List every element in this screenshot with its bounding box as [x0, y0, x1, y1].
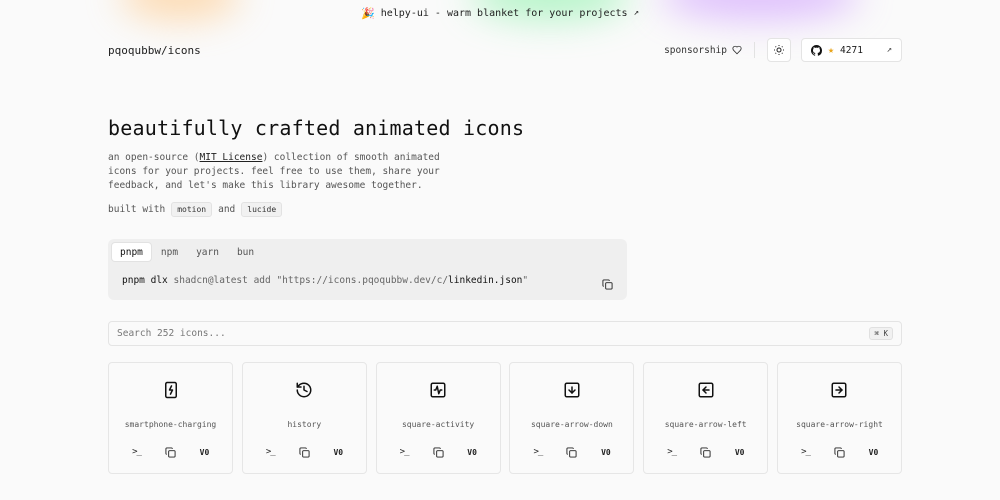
- card-actions: >_ V0: [377, 445, 500, 459]
- party-icon: 🎉: [361, 6, 375, 20]
- smartphone-charging-icon[interactable]: [162, 381, 180, 399]
- icon-name: smartphone-charging: [124, 420, 217, 429]
- v0-icon[interactable]: V0: [866, 445, 880, 459]
- square-activity-icon[interactable]: [429, 381, 447, 399]
- icon-card[interactable]: smartphone-charging >_ V0: [108, 362, 233, 474]
- terminal-icon[interactable]: >_: [531, 445, 545, 459]
- github-icon: [811, 44, 822, 56]
- mit-license-link[interactable]: MIT License: [200, 152, 263, 163]
- tab-pnpm[interactable]: pnpm: [112, 243, 151, 261]
- v0-icon[interactable]: V0: [198, 445, 212, 459]
- copy-icon: [602, 279, 613, 290]
- copy-icon[interactable]: [164, 445, 178, 459]
- card-actions: >_ V0: [778, 445, 901, 459]
- package-manager-tabs: pnpm npm yarn bun: [112, 243, 262, 261]
- cmd-file: linkedin.json: [448, 275, 523, 286]
- nav-actions: sponsorship ★ 4271 ↗: [664, 38, 902, 62]
- history-icon[interactable]: [295, 381, 313, 399]
- terminal-icon[interactable]: >_: [665, 445, 679, 459]
- banner-text[interactable]: helpy-ui - warm blanket for your project…: [381, 8, 628, 19]
- built-with-row: built with motion and lucide: [108, 202, 283, 217]
- v0-icon[interactable]: V0: [733, 445, 747, 459]
- v0-icon[interactable]: V0: [331, 445, 345, 459]
- lucide-tag[interactable]: lucide: [241, 202, 283, 217]
- v0-icon[interactable]: V0: [599, 445, 613, 459]
- icon-name: square-activity: [401, 420, 475, 429]
- copy-icon[interactable]: [431, 445, 445, 459]
- copy-icon[interactable]: [297, 445, 311, 459]
- copy-icon[interactable]: [832, 445, 846, 459]
- terminal-icon[interactable]: >_: [798, 445, 812, 459]
- search-input[interactable]: [117, 328, 870, 339]
- terminal-icon[interactable]: >_: [263, 445, 277, 459]
- card-actions: >_ V0: [243, 445, 366, 459]
- icon-name: square-arrow-down: [530, 420, 613, 429]
- github-star-count: 4271: [840, 44, 863, 56]
- card-actions: >_ V0: [109, 445, 232, 459]
- page-title: beautifully crafted animated icons: [108, 116, 525, 140]
- motion-tag[interactable]: motion: [171, 202, 213, 217]
- tab-bun[interactable]: bun: [229, 243, 262, 261]
- card-actions: >_ V0: [510, 445, 633, 459]
- icon-card[interactable]: square-arrow-right >_ V0: [776, 362, 902, 474]
- icon-card[interactable]: history >_ V0: [241, 362, 367, 474]
- external-link-icon: ↗: [886, 45, 892, 55]
- announcement-banner[interactable]: 🎉 helpy-ui - warm blanket for your proje…: [0, 5, 1000, 21]
- theme-toggle-button[interactable]: [767, 38, 791, 62]
- icon-name: square-arrow-left: [664, 420, 747, 429]
- built-with-label: built with: [108, 204, 166, 215]
- icon-name: square-arrow-right: [796, 420, 883, 429]
- sponsorship-link[interactable]: sponsorship: [664, 45, 742, 56]
- nav-divider: [754, 42, 755, 58]
- top-nav: pqoqubbw/icons sponsorship ★ 4271 ↗: [108, 38, 902, 62]
- icon-card[interactable]: square-arrow-down >_ V0: [509, 362, 635, 474]
- external-link-icon: ↗: [633, 8, 639, 18]
- copy-icon[interactable]: [699, 445, 713, 459]
- cmd-end: ": [522, 275, 529, 286]
- star-icon: ★: [828, 44, 835, 56]
- copy-command-button[interactable]: [602, 275, 613, 294]
- square-arrow-left-icon[interactable]: [697, 381, 715, 399]
- tab-yarn[interactable]: yarn: [188, 243, 227, 261]
- terminal-icon[interactable]: >_: [397, 445, 411, 459]
- hero-description: an open-source (MIT License) collection …: [108, 151, 448, 192]
- terminal-icon[interactable]: >_: [130, 445, 144, 459]
- copy-icon[interactable]: [565, 445, 579, 459]
- sponsorship-label: sponsorship: [664, 44, 727, 56]
- cmd-url: shadcn@latest add "https://icons.pqoqubb…: [173, 275, 449, 286]
- cmd-binary: pnpm dlx: [122, 275, 168, 286]
- card-actions: >_ V0: [644, 445, 767, 459]
- icon-search-bar: ⌘ K: [108, 321, 902, 346]
- install-command: pnpm dlx shadcn@latest add "https://icon…: [122, 275, 528, 286]
- github-stars-button[interactable]: ★ 4271 ↗: [801, 38, 902, 62]
- square-arrow-right-icon[interactable]: [830, 381, 848, 399]
- icon-card[interactable]: square-arrow-left >_ V0: [643, 362, 769, 474]
- icon-card[interactable]: square-activity >_ V0: [375, 362, 501, 474]
- brand-link[interactable]: pqoqubbw/icons: [108, 44, 201, 57]
- search-shortcut-badge: ⌘ K: [869, 327, 893, 340]
- sun-icon: [774, 45, 784, 55]
- square-arrow-down-icon[interactable]: [563, 381, 581, 399]
- icon-name: history: [287, 420, 322, 429]
- icon-grid: smartphone-charging >_ V0 history >_ V0 …: [108, 362, 902, 474]
- install-command-panel: pnpm npm yarn bun pnpm dlx shadcn@latest…: [108, 239, 627, 300]
- desc-text-1: an open-source (: [108, 152, 200, 163]
- v0-icon[interactable]: V0: [465, 445, 479, 459]
- tab-npm[interactable]: npm: [153, 243, 186, 261]
- heart-icon: [732, 45, 742, 55]
- and-label: and: [218, 204, 236, 215]
